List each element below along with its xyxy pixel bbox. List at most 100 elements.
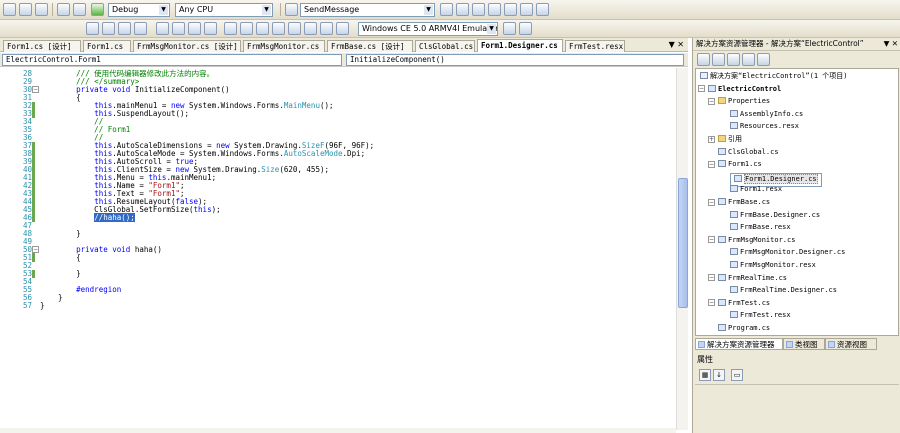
pin-icon[interactable]: ▼ ✕ bbox=[884, 38, 898, 50]
collapse-icon[interactable]: − bbox=[708, 299, 715, 307]
categorized-icon[interactable]: ▦ bbox=[699, 369, 711, 381]
collapse-icon[interactable]: − bbox=[708, 97, 715, 105]
bring-to-front-icon[interactable] bbox=[320, 22, 333, 35]
file-node[interactable]: FrmTest.resx bbox=[730, 311, 791, 319]
code-editor[interactable]: 28 29 30 31 32 33 34 35 36 37 38 39 40 41 42 43 44 45 46 47… bbox=[0, 68, 676, 428]
tab-form1-designer-cs[interactable]: Form1.Designer.cs bbox=[477, 39, 563, 52]
member-dropdown[interactable]: InitializeComponent() bbox=[346, 54, 684, 66]
view-designer-icon[interactable] bbox=[757, 53, 770, 66]
start-page-icon[interactable] bbox=[520, 3, 533, 16]
folder-properties[interactable]: Properties bbox=[718, 97, 770, 105]
start-debug-icon[interactable] bbox=[91, 3, 104, 16]
file-node[interactable]: FrmBase.resx bbox=[730, 223, 791, 231]
make-same-size-icon[interactable] bbox=[256, 22, 269, 35]
tab-form1-cs[interactable]: Form1.cs bbox=[83, 40, 131, 52]
tab-frmtest-resx[interactable]: FrmTest.resx bbox=[565, 40, 625, 52]
tab-clsglobal-cs[interactable]: ClsGlobal.cs bbox=[415, 40, 475, 52]
code-line[interactable]: } bbox=[40, 270, 81, 278]
font-size-icon[interactable] bbox=[134, 22, 147, 35]
file-node[interactable]: Form1.cs bbox=[718, 160, 762, 168]
vertical-spacing-icon[interactable] bbox=[288, 22, 301, 35]
align-grid-icon[interactable] bbox=[102, 22, 115, 35]
folder-references[interactable]: 引用 bbox=[718, 135, 742, 143]
refresh-icon[interactable] bbox=[727, 53, 740, 66]
device-options-icon[interactable] bbox=[519, 22, 532, 35]
align-lefts-icon[interactable] bbox=[86, 22, 99, 35]
close-tab-icon[interactable]: ▼ ✕ bbox=[669, 40, 684, 49]
file-node[interactable]: FrmBase.Designer.cs bbox=[730, 210, 820, 219]
code-line[interactable]: } bbox=[40, 302, 45, 310]
tab-frmmsgmonitor-cs[interactable]: FrmMsgMonitor.cs bbox=[243, 40, 325, 52]
horizontal-spacing-icon[interactable] bbox=[272, 22, 285, 35]
new-project-icon[interactable] bbox=[3, 3, 16, 16]
solution-explorer-icon[interactable] bbox=[456, 3, 469, 16]
collapse-icon[interactable]: − bbox=[698, 85, 705, 93]
collapse-region-icon[interactable]: − bbox=[32, 246, 39, 253]
send-to-back-icon[interactable] bbox=[336, 22, 349, 35]
file-node[interactable]: FrmMsgMonitor.resx bbox=[730, 261, 816, 269]
platform-select[interactable]: Any CPU ▼ bbox=[175, 3, 273, 17]
make-same-width-icon[interactable] bbox=[224, 22, 237, 35]
file-node[interactable]: ClsGlobal.cs bbox=[718, 147, 779, 156]
scroll-thumb[interactable] bbox=[678, 178, 688, 308]
code-line[interactable]: { bbox=[40, 254, 81, 262]
tree-item-label: FrmMsgMonitor.resx bbox=[740, 261, 816, 269]
expand-icon[interactable]: + bbox=[708, 135, 715, 143]
editor-horizontal-scrollbar[interactable] bbox=[0, 428, 676, 433]
collapse-icon[interactable]: − bbox=[708, 274, 715, 282]
center-horizontally-icon[interactable] bbox=[304, 22, 317, 35]
align-right-icon[interactable] bbox=[172, 22, 185, 35]
redo-icon[interactable] bbox=[35, 3, 48, 16]
file-node[interactable]: FrmMsgMonitor.Designer.cs bbox=[730, 248, 845, 256]
object-browser-icon[interactable] bbox=[504, 3, 517, 16]
file-node[interactable]: Resources.resx bbox=[730, 122, 799, 130]
code-line[interactable]: //haha(); bbox=[40, 213, 135, 222]
code-line[interactable]: } bbox=[40, 230, 81, 238]
file-icon bbox=[730, 210, 738, 218]
find-icon[interactable] bbox=[285, 3, 298, 16]
find-in-files-icon[interactable] bbox=[440, 3, 453, 16]
properties-icon[interactable] bbox=[697, 53, 710, 66]
collapse-icon[interactable]: − bbox=[708, 236, 715, 244]
collapse-icon[interactable]: − bbox=[708, 160, 715, 168]
connect-device-icon[interactable] bbox=[503, 22, 516, 35]
undo-icon[interactable] bbox=[19, 3, 32, 16]
file-node[interactable]: FrmTest.cs bbox=[718, 298, 770, 307]
collapse-icon[interactable]: − bbox=[708, 198, 715, 206]
tab-class-view[interactable]: 类视图 bbox=[783, 338, 825, 350]
navigate-back-icon[interactable] bbox=[57, 3, 70, 16]
toolbox-icon[interactable] bbox=[488, 3, 501, 16]
show-all-files-icon[interactable] bbox=[712, 53, 725, 66]
tab-solution-explorer[interactable]: 解决方案资源管理器 bbox=[695, 338, 783, 350]
property-pages-icon[interactable]: ▭ bbox=[731, 369, 743, 381]
file-node[interactable]: FrmMsgMonitor.cs bbox=[718, 235, 795, 244]
config-select[interactable]: Debug ▼ bbox=[108, 3, 170, 17]
tab-order-icon[interactable] bbox=[118, 22, 131, 35]
toolbar-options-icon[interactable] bbox=[536, 3, 549, 16]
tab-frmbase-design[interactable]: FrmBase.cs [设计] bbox=[327, 40, 413, 52]
tab-resource-view[interactable]: 资源视图 bbox=[825, 338, 877, 350]
file-node[interactable]: AssemblyInfo.cs bbox=[730, 109, 803, 118]
file-node[interactable]: FrmRealTime.cs bbox=[718, 273, 787, 282]
file-node[interactable]: Form1.resx bbox=[730, 185, 782, 193]
align-bottom-icon[interactable] bbox=[204, 22, 217, 35]
file-node[interactable]: FrmBase.cs bbox=[718, 198, 770, 206]
project-node[interactable]: ElectricControl bbox=[708, 84, 781, 93]
collapse-region-icon[interactable]: − bbox=[32, 86, 39, 93]
make-same-height-icon[interactable] bbox=[240, 22, 253, 35]
type-dropdown[interactable]: ElectricControl.Form1 bbox=[2, 54, 342, 66]
file-node[interactable]: FrmRealTime.Designer.cs bbox=[730, 286, 837, 294]
view-code-icon[interactable] bbox=[742, 53, 755, 66]
device-select[interactable]: Windows CE 5.0 ARMV4I Emulator ▼ bbox=[358, 22, 498, 36]
find-combo[interactable]: SendMessage ▼ bbox=[300, 3, 435, 17]
align-top-icon[interactable] bbox=[188, 22, 201, 35]
properties-window-icon[interactable] bbox=[472, 3, 485, 16]
tab-frmmsgmonitor-design[interactable]: FrmMsgMonitor.cs [设计] bbox=[133, 40, 241, 52]
editor-vertical-scrollbar[interactable] bbox=[676, 68, 688, 430]
navigate-forward-icon[interactable] bbox=[73, 3, 86, 16]
alphabetical-icon[interactable]: ↓ bbox=[713, 369, 725, 381]
tab-form1-design[interactable]: Form1.cs [设计] bbox=[3, 40, 81, 52]
file-node[interactable]: Program.cs bbox=[718, 324, 770, 332]
align-center-icon[interactable] bbox=[156, 22, 169, 35]
solution-node[interactable]: 解决方案“ElectricControl”(1 个项目) bbox=[700, 72, 848, 80]
